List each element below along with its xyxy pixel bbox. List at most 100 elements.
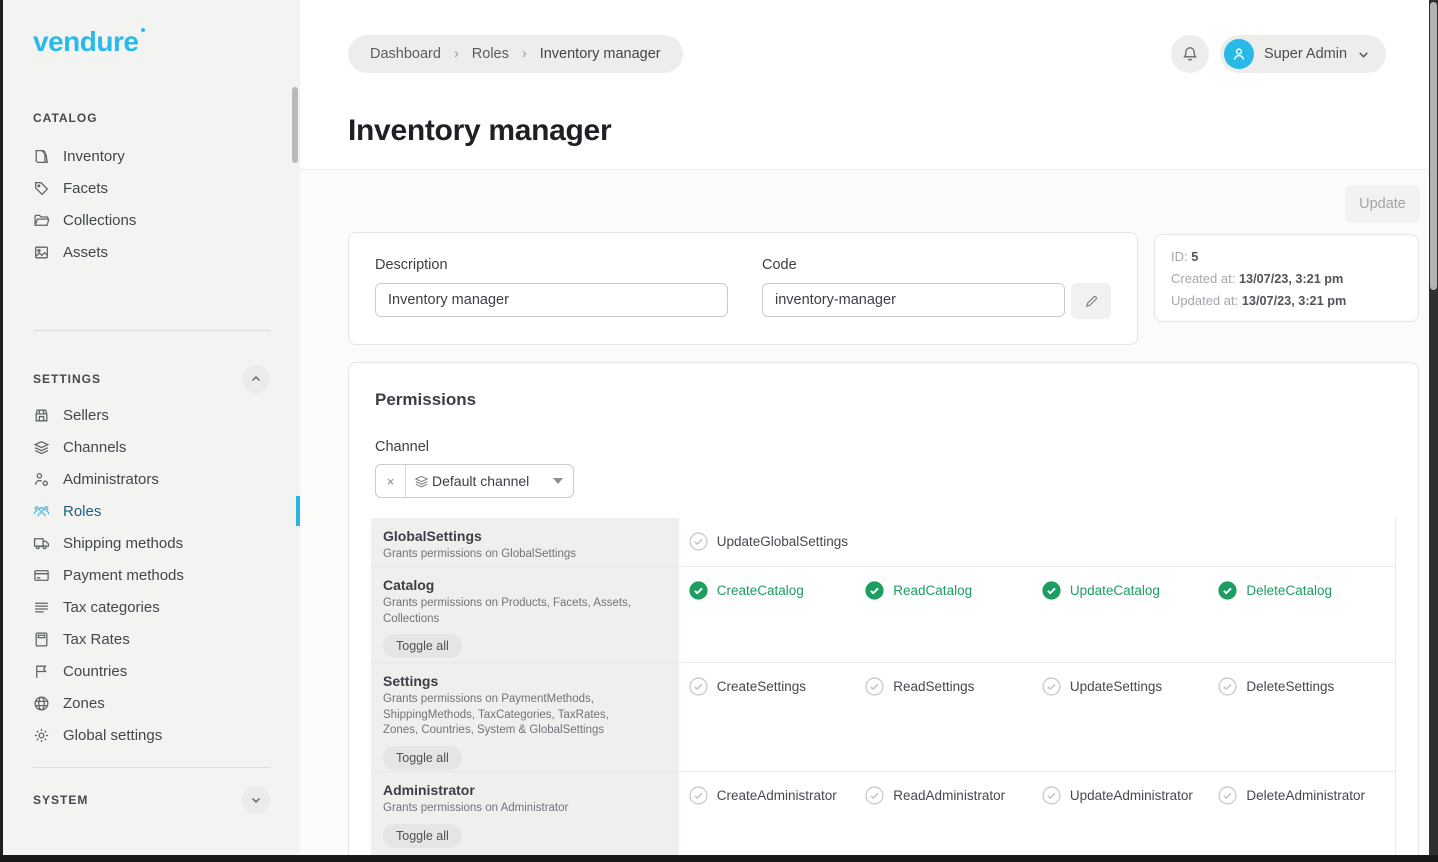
permission-group-globalsettings: GlobalSettings Grants permissions on Glo… bbox=[371, 518, 1395, 567]
breadcrumb: Dashboard › Roles › Inventory manager bbox=[348, 35, 683, 73]
channel-select[interactable]: × Default channel bbox=[375, 464, 574, 498]
permission-updateglobalsettings[interactable]: UpdateGlobalSettings bbox=[689, 531, 866, 551]
permission-readadministrator[interactable]: ReadAdministrator bbox=[865, 785, 1042, 805]
channel-selected-value: Default channel bbox=[432, 473, 553, 489]
toggle-all-button[interactable]: Toggle all bbox=[383, 634, 462, 658]
edit-code-button[interactable] bbox=[1071, 283, 1111, 319]
sidebar-item-countries[interactable]: Countries bbox=[3, 655, 300, 687]
page-title: Inventory manager bbox=[348, 114, 611, 148]
vendure-logo[interactable]: vendure bbox=[33, 26, 138, 58]
check-circle-icon bbox=[689, 677, 708, 696]
permissions-table: GlobalSettings Grants permissions on Glo… bbox=[371, 518, 1396, 856]
toggle-all-button[interactable]: Toggle all bbox=[383, 824, 462, 848]
globe-icon bbox=[33, 695, 50, 712]
description-input[interactable] bbox=[375, 283, 728, 317]
group-description: Grants permissions on PaymentMethods, Sh… bbox=[383, 692, 635, 739]
sidebar-item-zones[interactable]: Zones bbox=[3, 687, 300, 719]
user-menu[interactable]: Super Admin bbox=[1220, 35, 1386, 73]
permission-readcatalog[interactable]: ReadCatalog bbox=[865, 580, 1042, 600]
sidebar-item-inventory[interactable]: Inventory bbox=[3, 140, 300, 172]
check-circle-icon bbox=[689, 581, 708, 600]
main-content: Dashboard › Roles › Inventory manager Su… bbox=[300, 0, 1438, 855]
entity-info-panel: ID: 5 Created at: 13/07/23, 3:21 pm Upda… bbox=[1154, 234, 1419, 322]
calculator-icon bbox=[33, 631, 50, 648]
permission-deletecatalog[interactable]: DeleteCatalog bbox=[1218, 580, 1395, 600]
group-name: Administrator bbox=[383, 782, 663, 798]
tag-icon bbox=[33, 180, 50, 197]
check-circle-icon bbox=[865, 677, 884, 696]
breadcrumb-dashboard[interactable]: Dashboard bbox=[370, 46, 441, 62]
group-name: Catalog bbox=[383, 577, 663, 593]
check-circle-icon bbox=[1218, 581, 1237, 600]
top-header: Dashboard › Roles › Inventory manager Su… bbox=[300, 0, 1438, 170]
sidebar-item-global-settings[interactable]: Global settings bbox=[3, 719, 300, 751]
logo-trademark-dot bbox=[141, 28, 145, 32]
sidebar-item-assets[interactable]: Assets bbox=[3, 236, 300, 268]
code-input[interactable] bbox=[762, 283, 1065, 317]
sidebar-item-sellers[interactable]: Sellers bbox=[3, 399, 300, 431]
flag-icon bbox=[33, 663, 50, 680]
permission-createcatalog[interactable]: CreateCatalog bbox=[689, 580, 866, 600]
permission-updateadministrator[interactable]: UpdateAdministrator bbox=[1042, 785, 1219, 805]
sidebar-item-roles[interactable]: Roles bbox=[3, 495, 300, 527]
pencil-icon bbox=[1084, 294, 1099, 309]
check-circle-icon bbox=[1042, 786, 1061, 805]
sidebar-item-facets[interactable]: Facets bbox=[3, 172, 300, 204]
inventory-book-icon bbox=[33, 148, 50, 165]
check-circle-icon bbox=[689, 786, 708, 805]
code-label: Code bbox=[762, 257, 1111, 273]
toggle-all-button[interactable]: Toggle all bbox=[383, 746, 462, 770]
check-circle-icon bbox=[865, 786, 884, 805]
check-circle-icon bbox=[689, 532, 708, 551]
list-icon bbox=[33, 599, 50, 616]
breadcrumb-roles[interactable]: Roles bbox=[472, 46, 509, 62]
sidebar-item-administrators[interactable]: Administrators bbox=[3, 463, 300, 495]
permission-updatesettings[interactable]: UpdateSettings bbox=[1042, 676, 1219, 696]
bell-icon bbox=[1181, 45, 1199, 63]
truck-icon bbox=[33, 535, 50, 552]
entity-id-row: ID: 5 bbox=[1171, 246, 1402, 268]
sidebar-item-payment-methods[interactable]: Payment methods bbox=[3, 559, 300, 591]
entity-updated-row: Updated at: 13/07/23, 3:21 pm bbox=[1171, 290, 1402, 312]
permissions-card: Permissions Channel × Default channel Gl… bbox=[348, 362, 1419, 862]
group-name: Settings bbox=[383, 673, 663, 689]
scrollbar-thumb[interactable] bbox=[1430, 2, 1437, 290]
channel-label: Channel bbox=[375, 439, 429, 455]
sidebar: vendure CATALOG Inventory Facets Collect… bbox=[3, 0, 300, 855]
system-expand-button[interactable] bbox=[242, 786, 270, 814]
chevron-right-icon: › bbox=[454, 46, 459, 62]
user-cog-icon bbox=[33, 471, 50, 488]
sidebar-item-channels[interactable]: Channels bbox=[3, 431, 300, 463]
layers-icon bbox=[414, 474, 429, 489]
window-bottom-bar bbox=[0, 855, 1438, 862]
permission-deletesettings[interactable]: DeleteSettings bbox=[1218, 676, 1395, 696]
gear-icon bbox=[33, 727, 50, 744]
group-description: Grants permissions on Administrator bbox=[383, 801, 635, 817]
settings-section-label: SETTINGS bbox=[33, 372, 101, 386]
remove-channel-button[interactable]: × bbox=[376, 465, 406, 497]
sidebar-item-collections[interactable]: Collections bbox=[3, 204, 300, 236]
check-circle-icon bbox=[1218, 786, 1237, 805]
notifications-button[interactable] bbox=[1171, 35, 1209, 73]
update-button[interactable]: Update bbox=[1345, 185, 1420, 223]
sidebar-item-tax-categories[interactable]: Tax categories bbox=[3, 591, 300, 623]
system-section-label: SYSTEM bbox=[33, 793, 88, 807]
permission-group-catalog: Catalog Grants permissions on Products, … bbox=[371, 567, 1395, 663]
check-circle-icon bbox=[1042, 581, 1061, 600]
settings-collapse-button[interactable] bbox=[242, 365, 270, 393]
permission-deleteadministrator[interactable]: DeleteAdministrator bbox=[1218, 785, 1395, 805]
user-name: Super Admin bbox=[1264, 46, 1347, 62]
credit-card-icon bbox=[33, 567, 50, 584]
store-icon bbox=[33, 407, 50, 424]
check-circle-icon bbox=[1042, 677, 1061, 696]
folder-icon bbox=[33, 212, 50, 229]
permission-createsettings[interactable]: CreateSettings bbox=[689, 676, 866, 696]
sidebar-item-shipping-methods[interactable]: Shipping methods bbox=[3, 527, 300, 559]
permission-updatecatalog[interactable]: UpdateCatalog bbox=[1042, 580, 1219, 600]
window-scrollbar[interactable] bbox=[1429, 0, 1438, 855]
sidebar-scrollbar[interactable] bbox=[292, 87, 298, 163]
sidebar-item-tax-rates[interactable]: Tax Rates bbox=[3, 623, 300, 655]
permission-readsettings[interactable]: ReadSettings bbox=[865, 676, 1042, 696]
permission-createadministrator[interactable]: CreateAdministrator bbox=[689, 785, 866, 805]
group-description: Grants permissions on Products, Facets, … bbox=[383, 596, 635, 627]
